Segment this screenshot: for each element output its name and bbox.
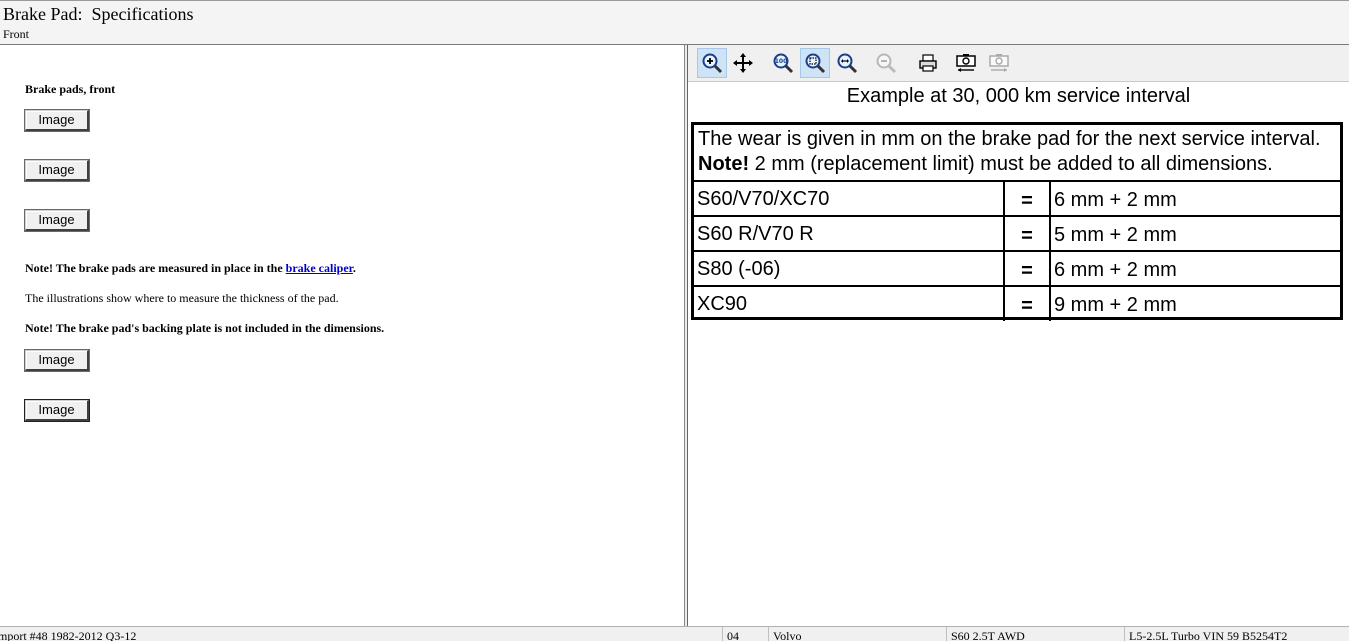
image-button-3[interactable]: Image — [25, 210, 89, 231]
model-cell: XC90 — [694, 287, 1005, 321]
status-engine: L5-2.5L Turbo VIN 59 B5254T2 — [1129, 629, 1288, 641]
spec-table-header: The wear is given in mm on the brake pad… — [694, 125, 1340, 182]
copy-image-icon — [956, 54, 976, 72]
zoom-width-icon — [837, 53, 858, 74]
zoom-fit-icon — [805, 53, 826, 74]
spec-row: XC90 = 9 mm + 2 mm — [694, 287, 1340, 321]
note-suffix: . — [352, 261, 356, 275]
status-year: 04 — [727, 629, 739, 641]
page-title: Brake Pad: Specifications — [3, 4, 194, 24]
note-label: Note! — [698, 153, 750, 175]
value-cell: 9 mm + 2 mm — [1054, 294, 1177, 316]
svg-text:100: 100 — [775, 58, 788, 65]
status-separator — [722, 627, 723, 641]
status-source: mport #48 1982-2012 Q3-12 — [0, 629, 137, 641]
status-model: S60 2.5T AWD — [951, 629, 1025, 641]
status-separator — [768, 627, 769, 641]
image-viewer-pane: 100 Example at 30, 000 km service interv… — [688, 45, 1349, 626]
page-header: Brake Pad: Specifications Front — [0, 0, 1349, 45]
image-button-1[interactable]: Image — [25, 110, 89, 131]
zoom-out-button[interactable] — [871, 48, 901, 78]
spec-row: S60 R/V70 R = 5 mm + 2 mm — [694, 217, 1340, 252]
brake-caliper-link[interactable]: brake caliper — [286, 261, 353, 275]
pan-icon — [733, 53, 753, 73]
zoom-in-button[interactable] — [697, 48, 727, 78]
zoom-100-button[interactable]: 100 — [768, 48, 798, 78]
image-button-2[interactable]: Image — [25, 160, 89, 181]
zoom-width-button[interactable] — [832, 48, 862, 78]
copy-image-button[interactable] — [951, 48, 981, 78]
pan-button[interactable] — [728, 48, 758, 78]
spec-header-line1: The wear is given in mm on the brake pad… — [698, 128, 1321, 150]
note-backing-plate: Note! The brake pad's backing plate is n… — [25, 321, 385, 335]
article-pane: Brake pads, front Image Image Image Note… — [0, 45, 684, 626]
status-make: Volvo — [773, 629, 802, 641]
status-separator — [1124, 627, 1125, 641]
save-image-icon — [989, 54, 1009, 72]
zoom-100-icon: 100 — [773, 53, 794, 74]
equals-cell: = — [1005, 217, 1051, 250]
equals-cell: = — [1005, 182, 1051, 215]
model-cell: S60 R/V70 R — [694, 217, 1005, 250]
page-subtitle: Front — [3, 27, 30, 41]
zoom-fit-button[interactable] — [800, 48, 830, 78]
spec-row: S60/V70/XC70 = 6 mm + 2 mm — [694, 182, 1340, 217]
spec-header-line2: Note! 2 mm (replacement limit) must be a… — [698, 152, 1336, 177]
status-separator — [946, 627, 947, 641]
info-text: The illustrations show where to measure … — [25, 291, 339, 305]
image-toolbar: 100 — [688, 45, 1349, 82]
zoom-out-icon — [876, 53, 897, 74]
image-button-5[interactable]: Image — [25, 400, 89, 421]
value-cell: 5 mm + 2 mm — [1054, 224, 1177, 246]
note-measure-caliper: Note! The brake pads are measured in pla… — [25, 261, 356, 276]
value-cell: 6 mm + 2 mm — [1054, 259, 1177, 281]
image-button-4[interactable]: Image — [25, 350, 89, 371]
diagram-title: Example at 30, 000 km service interval — [846, 85, 1191, 107]
section-heading: Brake pads, front — [25, 82, 116, 96]
note-text: Note! The brake pads are measured in pla… — [25, 261, 286, 275]
zoom-in-icon — [702, 53, 723, 74]
model-cell: S60/V70/XC70 — [694, 182, 1005, 215]
spec-table: The wear is given in mm on the brake pad… — [691, 122, 1343, 321]
save-image-button[interactable] — [984, 48, 1014, 78]
print-button[interactable] — [913, 48, 943, 78]
print-icon — [919, 54, 937, 72]
spec-row: S80 (-06) = 6 mm + 2 mm — [694, 252, 1340, 287]
equals-cell: = — [1005, 252, 1051, 285]
model-cell: S80 (-06) — [694, 252, 1005, 285]
spec-header-line2-text: 2 mm (replacement limit) must be added t… — [749, 153, 1273, 175]
status-bar: mport #48 1982-2012 Q3-12 04 Volvo S60 2… — [0, 626, 1349, 641]
value-cell: 6 mm + 2 mm — [1054, 189, 1177, 211]
equals-cell: = — [1005, 287, 1051, 321]
